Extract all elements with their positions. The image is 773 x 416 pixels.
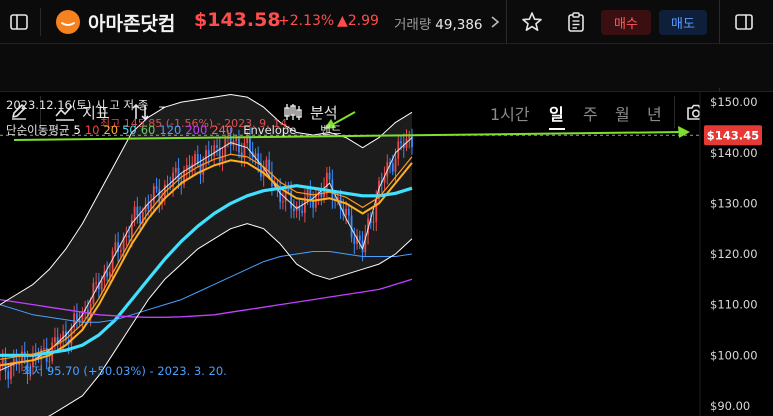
period-low-annotation: 최저 95.70 (+50.03%) - 2023. 3. 20. (22, 364, 227, 378)
chart-toolbar: 지표 전략 비교 분석 1시간 일 주 월 년 (0, 44, 773, 136)
price-axis-label: $90.00 (710, 399, 750, 413)
change-absolute: ▲2.99 (337, 13, 379, 29)
price-axis-label: $150.00 (710, 95, 758, 109)
price-axis-label: $140.00 (710, 146, 758, 160)
ticker-name[interactable]: 아마존닷컴 (88, 9, 175, 36)
clipboard-icon[interactable] (564, 10, 588, 34)
legend-ma-period: 10 (85, 123, 100, 137)
legend-band-label: 밴드 (320, 123, 341, 137)
legend-ma-row[interactable]: 단순이동평균 5 10 20 50 60 120 200 240 Envelope 밴드 (6, 123, 341, 137)
price-axis-label: $110.00 (710, 298, 758, 312)
legend-envelope-label: Envelope (243, 123, 296, 137)
legend-ma-period: 20 (103, 123, 118, 137)
buy-button[interactable]: 매수 (601, 10, 651, 35)
top-bar: 아마존닷컴 $143.58 +2.13% ▲2.99 거래량 49,386 매수 … (0, 0, 773, 44)
price-axis-label: $120.00 (710, 247, 758, 261)
volume-value: 49,386 (435, 17, 483, 31)
legend-ma-label: 단순이동평균 (6, 123, 69, 137)
drawn-trend-line-arrowhead (678, 126, 690, 138)
legend-ma-period: 240 (211, 123, 233, 137)
legend-ma-period: 120 (159, 123, 181, 137)
sidebar-toggle-icon[interactable] (8, 11, 30, 33)
amazon-logo-icon (56, 10, 80, 34)
change-percent: +2.13% (278, 13, 335, 29)
current-price: $143.58 (194, 9, 281, 31)
star-icon[interactable] (520, 10, 544, 34)
sell-button[interactable]: 매도 (659, 10, 707, 35)
legend-date: 2023.12.16(토) 시 고 저 종 (6, 98, 148, 112)
volume-display: 거래량 49,386 (394, 13, 487, 31)
legend-ma-period: 5 (73, 123, 80, 137)
current-price-tag-text: $143.45 (707, 128, 759, 142)
price-axis-label: $130.00 (710, 196, 758, 210)
price-axis-label: $100.00 (710, 348, 758, 362)
volume-label: 거래량 (394, 17, 432, 31)
legend-ma-period: 60 (141, 123, 156, 137)
price-chart[interactable]: $150.00 $140.00 $130.00 $120.00 $110.00 $100.… (0, 92, 773, 416)
current-price-tag: $143.45 (704, 125, 762, 146)
legend-ma-period: 50 (122, 123, 137, 137)
chart-area[interactable]: $150.00 $140.00 $130.00 $120.00 $110.00 $100.… (0, 92, 773, 416)
panel-toggle-icon[interactable] (733, 11, 755, 33)
legend-ma-period: 200 (185, 123, 207, 137)
chevron-right-icon[interactable] (488, 11, 502, 33)
